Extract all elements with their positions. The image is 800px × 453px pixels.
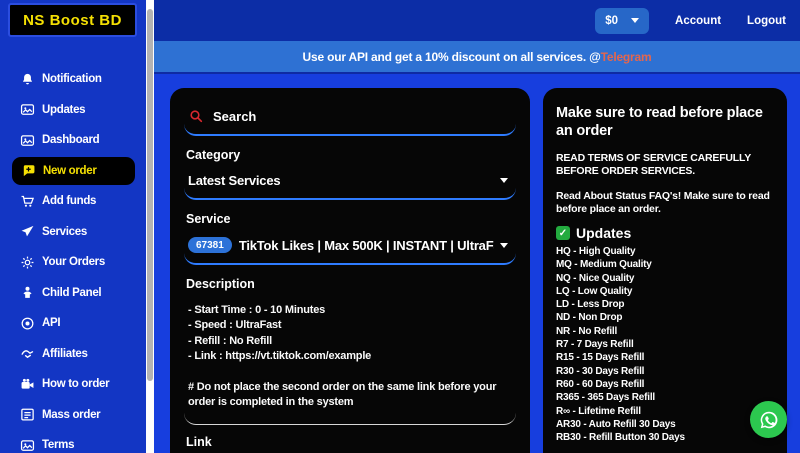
service-select[interactable]: 67381 TikTok Likes | Max 500K | INSTANT … bbox=[184, 230, 516, 265]
sidebar-item-label: Updates bbox=[42, 103, 86, 116]
circle-dot-icon bbox=[20, 316, 35, 331]
updates-list-item: RB30 - Refill Button 30 Days bbox=[556, 432, 685, 444]
chevron-down-icon bbox=[500, 178, 508, 183]
sidebar-item-label: Dashboard bbox=[42, 134, 100, 147]
sidebar-item-label: How to order bbox=[42, 378, 110, 391]
terms-warning-text: READ TERMS OF SERVICE CAREFULLY BEFORE O… bbox=[556, 152, 751, 177]
sidebar-item-new-order[interactable]: New order bbox=[12, 156, 135, 185]
service-label: Service bbox=[186, 212, 231, 226]
updates-list-item: ND - Non Drop bbox=[556, 312, 623, 324]
sidebar-item-label: Mass order bbox=[42, 408, 101, 421]
whatsapp-button[interactable] bbox=[750, 401, 787, 438]
comment-plus-icon bbox=[21, 163, 36, 178]
image-icon bbox=[20, 438, 35, 453]
sidebar-item-label: Add funds bbox=[42, 195, 97, 208]
sidebar-menu: Notification Updates Dashboard New order… bbox=[0, 64, 146, 453]
updates-list-item: NQ - Nice Quality bbox=[556, 272, 635, 284]
updates-title: Updates bbox=[576, 225, 632, 241]
list-icon bbox=[20, 407, 35, 422]
video-icon bbox=[20, 377, 35, 392]
account-link[interactable]: Account bbox=[675, 15, 721, 27]
updates-list-item: R30 - 30 Days Refill bbox=[556, 365, 645, 377]
description-label: Description bbox=[186, 277, 255, 291]
updates-list-item: R15 - 15 Days Refill bbox=[556, 352, 645, 364]
sidebar-item-mass-order[interactable]: Mass order bbox=[0, 400, 146, 431]
new-order-card: Category Latest Services Service 67381 T… bbox=[170, 88, 530, 453]
info-panel-title: Make sure to read before place an order bbox=[556, 105, 763, 139]
paper-plane-icon bbox=[20, 224, 35, 239]
faq-warning-text: Read About Status FAQ's! Make sure to re… bbox=[556, 190, 770, 215]
chevron-down-icon bbox=[631, 18, 640, 23]
image-icon bbox=[20, 133, 35, 148]
updates-list-item: LQ - Low Quality bbox=[556, 285, 633, 297]
sidebar-item-label: Child Panel bbox=[42, 286, 102, 299]
sidebar-item-affiliates[interactable]: Affiliates bbox=[0, 339, 146, 370]
updates-header: Updates bbox=[556, 225, 774, 241]
logout-link[interactable]: Logout bbox=[747, 15, 786, 27]
category-selected-value: Latest Services bbox=[188, 173, 281, 188]
child-icon bbox=[20, 285, 35, 300]
balance-value: $0 bbox=[605, 14, 619, 27]
whatsapp-icon bbox=[758, 409, 780, 431]
service-id-badge: 67381 bbox=[188, 237, 232, 253]
search-field[interactable] bbox=[184, 102, 516, 136]
category-label: Category bbox=[186, 148, 241, 162]
handshake-icon bbox=[20, 346, 35, 361]
updates-list-item: R60 - 60 Days Refill bbox=[556, 378, 645, 390]
updates-list-item: R365 - 365 Days Refill bbox=[556, 392, 655, 404]
category-select[interactable]: Latest Services bbox=[184, 166, 516, 200]
topbar: $0 Account Logout bbox=[154, 0, 800, 41]
sidebar-item-label: Your Orders bbox=[42, 256, 105, 269]
updates-list-item: LD - Less Drop bbox=[556, 299, 625, 311]
new-order-page: { "brand": { "logo_text": "NS Boost BD" … bbox=[0, 0, 800, 453]
check-icon bbox=[556, 226, 570, 240]
sidebar-item-services[interactable]: Services bbox=[0, 217, 146, 248]
telegram-link[interactable]: Telegram bbox=[601, 50, 652, 64]
sidebar-item-child-panel[interactable]: Child Panel bbox=[0, 278, 146, 309]
updates-list-item: NR - No Refill bbox=[556, 325, 618, 337]
cart-icon bbox=[20, 194, 35, 209]
sidebar-item-terms[interactable]: Terms bbox=[0, 430, 146, 453]
updates-list: HQ - High Quality MQ - Medium Quality NQ -… bbox=[556, 245, 774, 444]
sidebar-item-notification[interactable]: Notification bbox=[0, 64, 146, 95]
sidebar-item-your-orders[interactable]: Your Orders bbox=[0, 247, 146, 278]
sidebar-item-label: Terms bbox=[42, 439, 75, 452]
updates-list-item: MQ - Medium Quality bbox=[556, 259, 652, 271]
info-panel: Make sure to read before place an order … bbox=[543, 88, 787, 453]
brand-logo[interactable]: NS Boost BD bbox=[8, 3, 137, 37]
sidebar-item-label: Services bbox=[42, 225, 87, 238]
updates-list-item: R7 - 7 Days Refill bbox=[556, 339, 634, 351]
updates-list-item: R∞ - Lifetime Refill bbox=[556, 405, 641, 417]
sidebar-item-dashboard[interactable]: Dashboard bbox=[0, 125, 146, 156]
sidebar-item-label: Affiliates bbox=[42, 347, 88, 360]
bell-icon bbox=[20, 72, 35, 87]
sidebar-item-label: New order bbox=[43, 164, 97, 177]
search-input[interactable] bbox=[213, 108, 493, 124]
sidebar-item-api[interactable]: API bbox=[0, 308, 146, 339]
search-icon bbox=[188, 108, 204, 124]
sidebar-scrollbar-thumb[interactable] bbox=[147, 9, 153, 381]
balance-dropdown[interactable]: $0 bbox=[595, 7, 650, 34]
updates-list-item: HQ - High Quality bbox=[556, 246, 636, 257]
service-selected-value: 67381 TikTok Likes | Max 500K | INSTANT … bbox=[188, 237, 494, 253]
sidebar-item-label: API bbox=[42, 317, 61, 330]
sidebar-item-label: Notification bbox=[42, 73, 102, 86]
gear-icon bbox=[20, 255, 35, 270]
banner-text: Use our API and get a 10% discount on al… bbox=[302, 49, 601, 64]
sidebar-item-updates[interactable]: Updates bbox=[0, 95, 146, 126]
image-icon bbox=[20, 102, 35, 117]
link-label: Link bbox=[186, 434, 212, 449]
description-text: - Start Time : 0 - 10 Minutes - Speed : … bbox=[184, 295, 516, 425]
service-name-text: TikTok Likes | Max 500K | INSTANT | Ultr… bbox=[238, 237, 494, 253]
api-discount-banner: Use our API and get a 10% discount on al… bbox=[154, 41, 800, 72]
chevron-down-icon bbox=[500, 242, 508, 248]
updates-list-item: AR30 - Auto Refill 30 Days bbox=[556, 418, 676, 430]
sidebar-item-how-to-order[interactable]: How to order bbox=[0, 369, 146, 400]
sidebar: NS Boost BD Notification Updates Dashboa… bbox=[0, 0, 146, 453]
sidebar-item-add-funds[interactable]: Add funds bbox=[0, 186, 146, 217]
